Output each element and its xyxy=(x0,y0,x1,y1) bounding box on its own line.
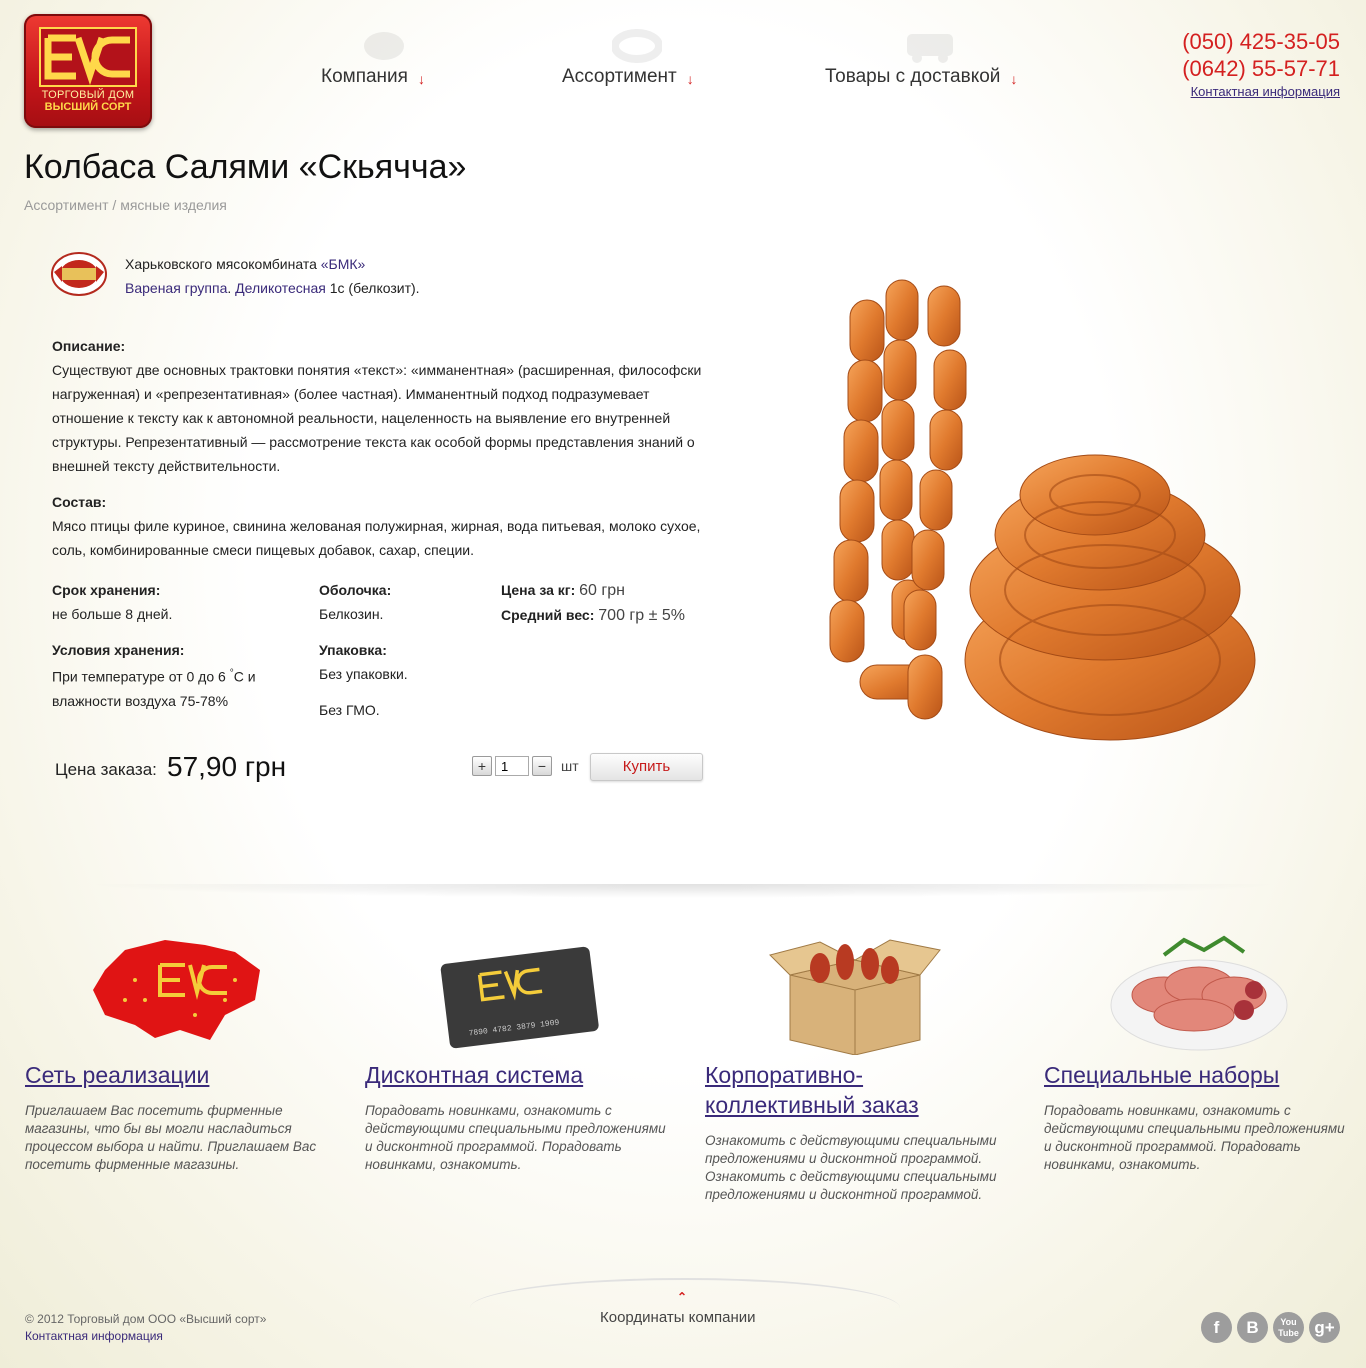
contact-info-link[interactable]: Контактная информация xyxy=(1191,84,1340,99)
chevron-down-icon: ↓ xyxy=(417,71,425,87)
type-rest: 1с (белкозит). xyxy=(329,280,420,296)
gift-box-icon[interactable] xyxy=(760,930,950,1056)
feature-discount-text: Порадовать новинками, ознакомить с дейст… xyxy=(365,1103,666,1172)
phone-2: (0642) 55-57-71 xyxy=(1182,56,1340,81)
product-details: Описание: Существуют две основных тракто… xyxy=(52,334,702,574)
qty-input[interactable] xyxy=(495,756,529,776)
phone-1: (050) 425-35-05 xyxy=(1182,29,1340,54)
price-per-kg-label: Цена за кг: xyxy=(501,582,576,598)
feature-corporate: Корпоративно-коллективный заказ Ознакоми… xyxy=(705,930,1015,1204)
description-label: Описание: xyxy=(52,338,126,354)
truck-icon xyxy=(907,34,953,63)
breadcrumb[interactable]: Ассортимент / мясные изделия xyxy=(24,197,227,213)
producer-link[interactable]: «БМК» xyxy=(321,256,366,272)
footer-contact-link[interactable]: Контактная информация xyxy=(25,1329,163,1343)
packaging-value: Без упаковки. xyxy=(319,666,408,682)
feature-sets-title[interactable]: Специальные наборы xyxy=(1044,1060,1279,1090)
composition-text: Мясо птицы филе куриное, свинина желован… xyxy=(52,518,701,558)
logo-mark-icon xyxy=(39,27,137,87)
casing-value: Белкозин. xyxy=(319,606,384,622)
nav-assortment-label: Ассортимент xyxy=(562,66,677,87)
company-coordinates-link[interactable]: Координаты компании xyxy=(600,1309,756,1326)
qty-increase-button[interactable]: + xyxy=(472,756,492,776)
footer-copyright: © 2012 Торговый дом ООО «Высший сорт» Ко… xyxy=(25,1311,266,1345)
youtube-icon[interactable]: You Tube xyxy=(1273,1312,1304,1343)
avg-weight-label: Средний вес: xyxy=(501,607,595,623)
meat-platter-icon[interactable] xyxy=(1104,930,1294,1055)
casing-label: Оболочка: xyxy=(319,582,392,598)
qty-decrease-button[interactable]: − xyxy=(532,756,552,776)
shelf-life-label: Срок хранения: xyxy=(52,582,161,598)
googleplus-icon[interactable]: g+ xyxy=(1309,1312,1340,1343)
feature-sets: Специальные наборы Порадовать новинками,… xyxy=(1044,930,1354,1174)
packaging-label: Упаковка: xyxy=(319,642,387,658)
feature-discount-title[interactable]: Дисконтная система xyxy=(365,1060,583,1090)
logo-line1: ТОРГОВЫЙ ДОМ xyxy=(41,89,135,101)
nav-assortment[interactable]: Ассортимент ↓ xyxy=(562,66,694,88)
storage-label: Условия хранения: xyxy=(52,642,185,658)
description-text: Существуют две основных трактовки поняти… xyxy=(52,362,702,474)
order-price-value: 57,90 грн xyxy=(167,751,287,782)
gmo-note: Без ГМО. xyxy=(319,702,380,718)
shelf-life-value: не больше 8 дней. xyxy=(52,606,173,622)
header-contacts: (050) 425-35-05 (0642) 55-57-71 Контактн… xyxy=(1182,28,1340,101)
product-image xyxy=(829,279,1256,741)
producer-logo-icon[interactable] xyxy=(50,250,108,298)
buy-button[interactable]: Купить xyxy=(590,753,703,781)
nav-delivery-label: Товары с доставкой xyxy=(825,66,1001,87)
chevron-down-icon: ↓ xyxy=(1010,71,1018,87)
facebook-icon[interactable]: f xyxy=(1201,1312,1232,1343)
feature-network-text: Приглашаем Вас посетить фирменные магази… xyxy=(25,1103,317,1172)
order-price-label: Цена заказа: xyxy=(55,760,157,779)
nav-company[interactable]: Компания ↓ xyxy=(321,66,425,88)
social-links: f B You Tube g+ xyxy=(1201,1312,1340,1343)
logo-line2: ВЫСШИЙ СОРТ xyxy=(44,101,132,113)
feature-network: Сеть реализации Приглашаем Вас посетить … xyxy=(25,930,335,1174)
avg-weight-value: 700 гр ± 5% xyxy=(598,607,685,624)
quantity-stepper: + − шт xyxy=(472,756,579,776)
copyright-text: © 2012 Торговый дом ООО «Высший сорт» xyxy=(25,1312,267,1326)
storage-value: При температуре от 0 до 6 °С и xyxy=(52,668,256,685)
group-separator: . xyxy=(227,280,232,296)
composition-label: Состав: xyxy=(52,494,107,510)
feature-corporate-text: Ознакомить с действующими специальными п… xyxy=(705,1133,997,1202)
type-link[interactable]: Деликотесная xyxy=(235,280,326,296)
chevron-down-icon: ↓ xyxy=(686,71,694,87)
group-link[interactable]: Вареная группа xyxy=(125,280,227,296)
section-divider xyxy=(80,884,1286,898)
feature-discount: 7890 4782 3879 1909 Дисконтная система П… xyxy=(365,930,675,1174)
storage-humidity: влажности воздуха 75-78% xyxy=(52,692,229,709)
feature-sets-text: Порадовать новинками, ознакомить с дейст… xyxy=(1044,1103,1345,1172)
vkontakte-icon[interactable]: B xyxy=(1237,1312,1268,1343)
ukraine-map-icon[interactable] xyxy=(85,930,275,1055)
price-per-kg-value: 60 грн xyxy=(579,582,625,599)
page-title: Колбаса Салями «Скьячча» xyxy=(24,148,467,186)
site-logo[interactable]: ТОРГОВЫЙ ДОМ ВЫСШИЙ СОРТ xyxy=(24,14,152,128)
specs-column-2: Оболочка: Белкозин. Упаковка: Без упаков… xyxy=(319,578,408,722)
qty-unit: шт xyxy=(561,758,579,774)
meat-icon xyxy=(364,32,404,60)
producer-prefix: Харьковского мясокомбината xyxy=(125,256,317,272)
specs-column-3: Цена за кг: 60 грн Средний вес: 700 гр ±… xyxy=(501,578,685,628)
feature-corporate-title[interactable]: Корпоративно-коллективный заказ xyxy=(705,1060,919,1120)
specs-column-1: Срок хранения: не больше 8 дней. Условия… xyxy=(52,578,256,713)
sausage-ring-icon xyxy=(612,29,662,63)
discount-card-icon[interactable]: 7890 4782 3879 1909 xyxy=(435,945,605,1055)
producer-info: Харьковского мясокомбината «БМК» Вареная… xyxy=(125,252,420,300)
chevron-up-icon[interactable]: ⌃ xyxy=(677,1290,687,1304)
nav-delivery[interactable]: Товары с доставкой ↓ xyxy=(825,66,1017,88)
nav-company-label: Компания xyxy=(321,66,408,87)
feature-network-title[interactable]: Сеть реализации xyxy=(25,1060,209,1090)
